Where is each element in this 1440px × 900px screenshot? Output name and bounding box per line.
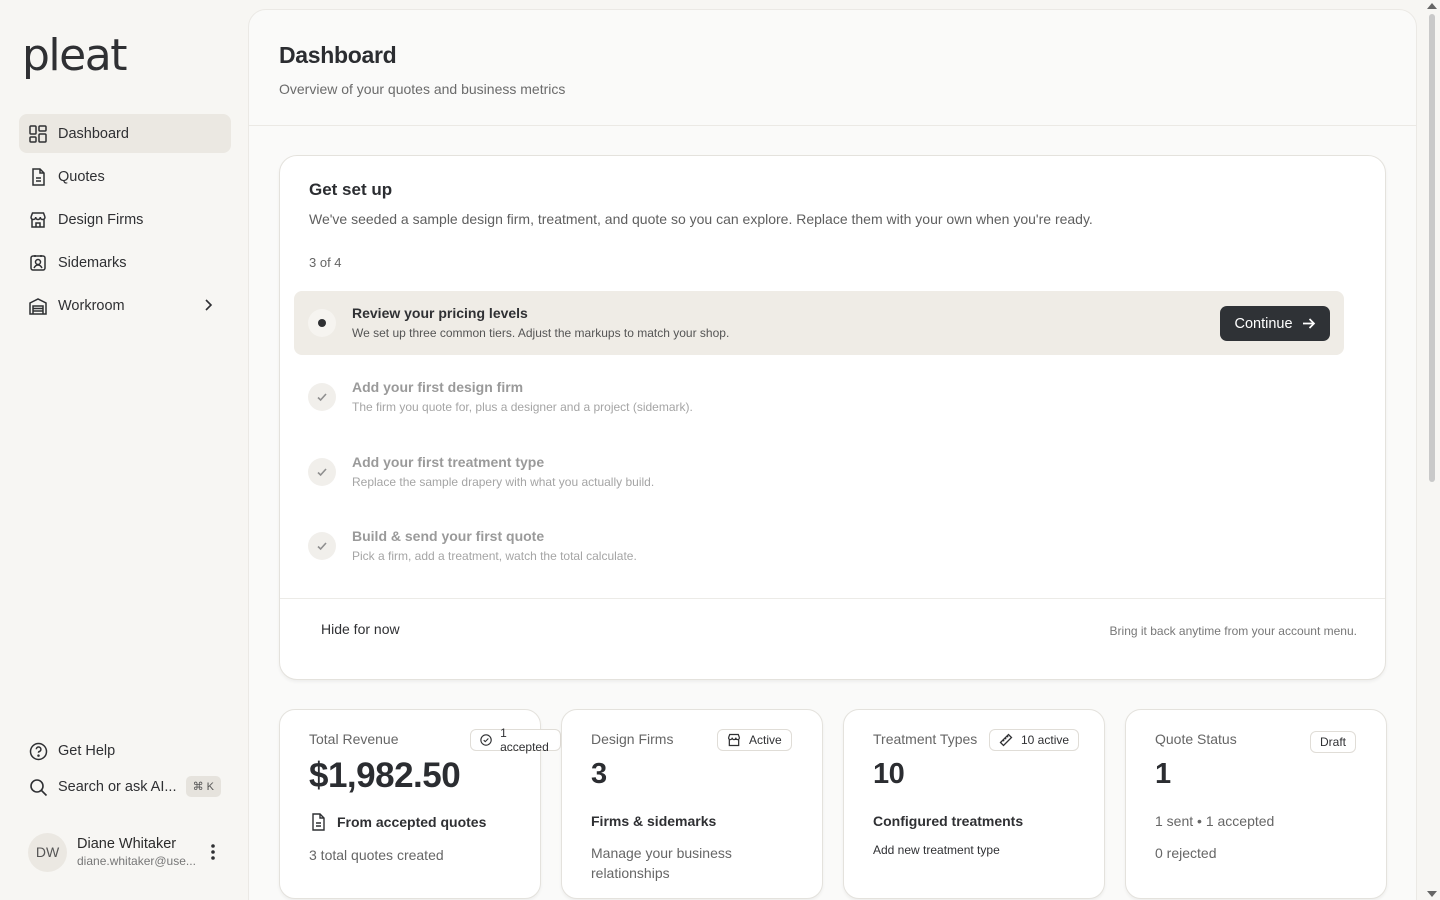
sidebar: pleat Dashboard Quotes Design Firms Side… bbox=[0, 0, 248, 900]
avatar: DW bbox=[28, 832, 67, 872]
setup-title: Get set up bbox=[309, 180, 393, 199]
sidebar-item-design-firms[interactable]: Design Firms bbox=[19, 200, 231, 239]
task-title: Review your pricing levels bbox=[352, 305, 528, 321]
user-profile[interactable]: DW Diane Whitaker diane.whitaker@use... bbox=[28, 832, 228, 872]
user-name: Diane Whitaker bbox=[77, 836, 177, 852]
stat-label: Design Firms bbox=[591, 731, 674, 747]
contact-badge-icon bbox=[28, 253, 48, 273]
stat-label: Total Revenue bbox=[309, 731, 399, 747]
task-title: Add your first design firm bbox=[352, 379, 524, 395]
setup-task-pricing[interactable]: Review your pricing levels We set up thr… bbox=[294, 291, 1344, 355]
stat-subtext: 0 rejected bbox=[1155, 845, 1217, 861]
keyboard-shortcut: ⌘ K bbox=[185, 776, 221, 797]
stat-value: 1 bbox=[1155, 758, 1171, 790]
sidebar-item-label: Workroom bbox=[58, 297, 125, 314]
sidebar-item-dashboard[interactable]: Dashboard bbox=[19, 114, 231, 153]
sidebar-footer: Get Help Search or ask AI... ⌘ K bbox=[19, 733, 231, 805]
warehouse-icon bbox=[28, 296, 48, 316]
arrow-right-icon bbox=[1302, 318, 1315, 329]
stat-card-design-firms[interactable]: Design Firms Active 3 Firms & sidemarks … bbox=[561, 709, 823, 899]
main-panel: Dashboard Overview of your quotes and bu… bbox=[248, 9, 1417, 900]
stat-caption: From accepted quotes bbox=[309, 813, 486, 831]
ruler-icon bbox=[999, 733, 1013, 747]
stat-card-treatment-types[interactable]: Treatment Types 10 active 10 Configured … bbox=[843, 709, 1105, 899]
get-help-label: Get Help bbox=[58, 743, 116, 759]
status-badge: Active bbox=[717, 729, 792, 751]
document-icon bbox=[312, 813, 325, 831]
search-icon bbox=[28, 777, 48, 797]
task-description: Pick a firm, add a treatment, watch the … bbox=[352, 549, 637, 563]
check-icon bbox=[308, 383, 336, 411]
document-icon bbox=[28, 167, 48, 187]
task-title: Add your first treatment type bbox=[352, 454, 545, 470]
scroll-down-arrow-icon[interactable] bbox=[1427, 891, 1437, 897]
setup-task-design-firm[interactable]: Add your first design firm The firm you … bbox=[294, 365, 1344, 429]
setup-progress: 3 of 4 bbox=[309, 255, 342, 270]
get-help-link[interactable]: Get Help bbox=[19, 733, 231, 769]
page-title: Dashboard bbox=[279, 42, 397, 68]
hide-for-now-button[interactable]: Hide for now bbox=[321, 621, 400, 637]
task-description: We set up three common tiers. Adjust the… bbox=[352, 326, 730, 340]
stat-subtext: Manage your business relationships bbox=[591, 845, 732, 881]
task-title: Build & send your first quote bbox=[352, 528, 545, 544]
sidebar-item-label: Dashboard bbox=[58, 125, 129, 142]
stat-card-quote-status[interactable]: Quote Status Draft 1 1 sent • 1 accepted… bbox=[1125, 709, 1387, 899]
setup-footer: Hide for now Bring it back anytime from … bbox=[280, 598, 1385, 681]
user-info: Diane Whitaker diane.whitaker@use... bbox=[77, 836, 196, 868]
check-icon bbox=[308, 532, 336, 560]
search-ai-button[interactable]: Search or ask AI... ⌘ K bbox=[19, 769, 231, 805]
scroll-up-arrow-icon[interactable] bbox=[1427, 3, 1437, 9]
status-badge: 10 active bbox=[989, 729, 1080, 751]
task-description: Replace the sample drapery with what you… bbox=[352, 475, 655, 489]
continue-label: Continue bbox=[1234, 315, 1293, 332]
sidebar-item-label: Sidemarks bbox=[58, 254, 127, 271]
badge-label: 10 active bbox=[1021, 733, 1070, 747]
current-step-icon bbox=[308, 309, 336, 337]
scrollbar[interactable] bbox=[1424, 0, 1440, 900]
badge-label: 1 accepted bbox=[500, 726, 549, 754]
brand-logo[interactable]: pleat bbox=[22, 30, 127, 81]
status-badge: Draft bbox=[1310, 731, 1357, 753]
more-vertical-icon[interactable] bbox=[210, 842, 216, 862]
add-treatment-link[interactable]: Add new treatment type bbox=[873, 840, 1073, 860]
stat-caption-text: From accepted quotes bbox=[337, 814, 487, 830]
continue-button[interactable]: Continue bbox=[1220, 306, 1330, 341]
check-circle-icon bbox=[480, 734, 492, 746]
sidebar-item-workroom[interactable]: Workroom bbox=[19, 286, 231, 325]
get-set-up-card: Get set up We've seeded a sample design … bbox=[279, 155, 1386, 680]
stat-subtext: 3 total quotes created bbox=[309, 847, 444, 863]
chevron-right-icon[interactable] bbox=[199, 296, 217, 314]
badge-label: Active bbox=[749, 733, 782, 747]
stat-caption: 1 sent • 1 accepted bbox=[1155, 813, 1275, 829]
storefront-icon bbox=[727, 733, 741, 747]
stat-caption: Configured treatments bbox=[873, 813, 1024, 829]
stat-card-total-revenue[interactable]: Total Revenue 1 accepted $1,982.50 From … bbox=[279, 709, 561, 899]
footer-note: Bring it back anytime from your account … bbox=[1109, 624, 1357, 638]
setup-task-treatment[interactable]: Add your first treatment type Replace th… bbox=[294, 440, 1344, 504]
setup-task-quote[interactable]: Build & send your first quote Pick a fir… bbox=[294, 514, 1344, 578]
storefront-icon bbox=[28, 210, 48, 230]
scrollbar-thumb[interactable] bbox=[1429, 14, 1435, 482]
check-icon bbox=[308, 458, 336, 486]
stat-label: Quote Status bbox=[1155, 731, 1237, 747]
stat-value: $1,982.50 bbox=[309, 756, 461, 795]
stat-label: Treatment Types bbox=[873, 731, 978, 747]
page-subtitle: Overview of your quotes and business met… bbox=[279, 81, 566, 97]
sidebar-nav: Dashboard Quotes Design Firms Sidemarks … bbox=[19, 114, 231, 329]
stat-value: 10 bbox=[873, 758, 905, 790]
dashboard-grid-icon bbox=[28, 124, 48, 144]
sidebar-item-quotes[interactable]: Quotes bbox=[19, 157, 231, 196]
sidebar-item-label: Design Firms bbox=[58, 211, 144, 228]
user-email: diane.whitaker@use... bbox=[77, 854, 196, 868]
sidebar-item-sidemarks[interactable]: Sidemarks bbox=[19, 243, 231, 282]
help-circle-icon bbox=[28, 741, 48, 761]
setup-description: We've seeded a sample design firm, treat… bbox=[309, 211, 1093, 227]
stat-caption: Firms & sidemarks bbox=[591, 813, 717, 829]
search-ai-label: Search or ask AI... bbox=[58, 779, 177, 795]
stat-value: 3 bbox=[591, 758, 607, 790]
sidebar-item-label: Quotes bbox=[58, 168, 105, 185]
task-description: The firm you quote for, plus a designer … bbox=[352, 400, 693, 414]
page-header: Dashboard Overview of your quotes and bu… bbox=[249, 10, 1416, 126]
status-badge: 1 accepted bbox=[470, 726, 561, 754]
